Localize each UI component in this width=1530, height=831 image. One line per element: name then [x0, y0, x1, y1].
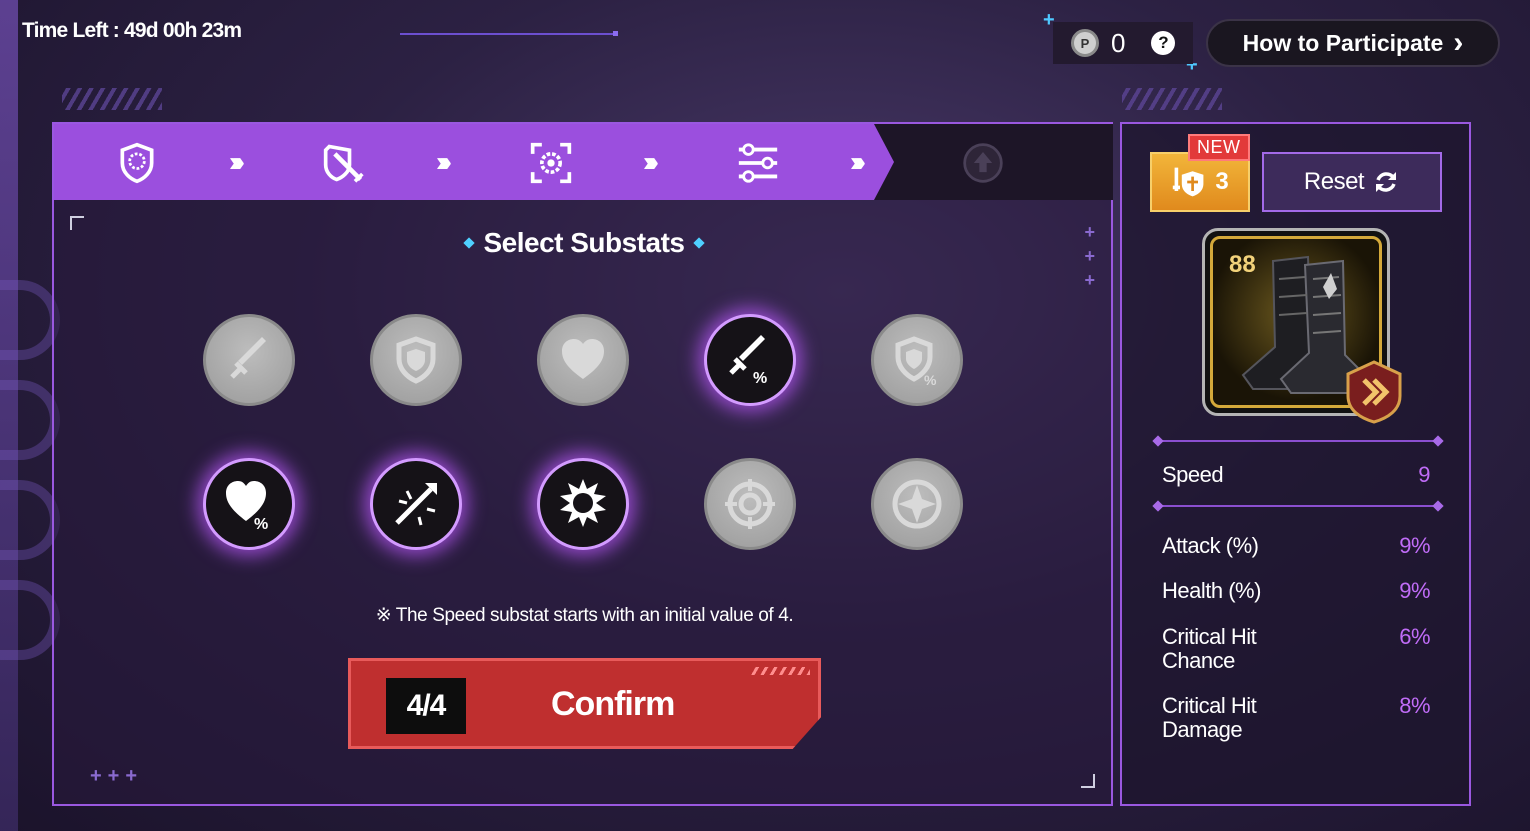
- currency-display: P 0 ?: [1053, 22, 1193, 64]
- attack-flat-icon: [230, 337, 266, 379]
- substat-health-flat[interactable]: [537, 314, 629, 406]
- stat-label: Speed: [1162, 462, 1224, 487]
- stat-value: 9: [1418, 462, 1430, 487]
- progress-steps-bar: ››› ››› ››› ›››: [54, 124, 1113, 200]
- attack-percent-icon: %: [729, 335, 767, 387]
- coin-icon: P: [1071, 29, 1099, 57]
- svg-text:%: %: [753, 370, 767, 387]
- upgrade-icon: [960, 140, 1006, 186]
- critical-damage-icon: [560, 479, 606, 527]
- stat-label-line1: Critical Hit: [1162, 693, 1257, 718]
- stat-value: 9%: [1399, 533, 1430, 558]
- stat-label: Critical Hit Chance: [1162, 624, 1257, 673]
- ticket-badge-button[interactable]: 3: [1150, 152, 1250, 212]
- frame-corner: [70, 216, 84, 230]
- stat-row-critical-damage: Critical Hit Damage 8%: [1162, 694, 1430, 742]
- stat-row-speed: Speed 9: [1162, 463, 1430, 487]
- substat-attack-flat[interactable]: [203, 314, 295, 406]
- reset-label: Reset: [1303, 168, 1365, 195]
- chevron-right-icon: ›: [1453, 26, 1464, 59]
- svg-text:%: %: [924, 372, 937, 387]
- sliders-icon[interactable]: [735, 140, 781, 186]
- ticket-count: 3: [1215, 168, 1229, 195]
- stat-label-line1: Critical Hit: [1162, 624, 1257, 649]
- time-left-label: Time Left : 49d 00h 23m: [22, 19, 242, 42]
- rank-emblem-icon: [1346, 360, 1402, 424]
- shield-badge-icon[interactable]: [114, 140, 160, 186]
- substat-health-percent[interactable]: %: [203, 458, 295, 550]
- stat-value: 6%: [1399, 624, 1430, 649]
- effectiveness-icon: [725, 479, 775, 529]
- confirm-button[interactable]: 4/4 Confirm: [348, 658, 821, 749]
- stat-row-critical-chance: Critical Hit Chance 6%: [1162, 625, 1430, 673]
- step-chevron-icon: ›››: [229, 146, 245, 177]
- help-icon[interactable]: ?: [1151, 31, 1176, 55]
- target-frame-icon[interactable]: [528, 140, 574, 186]
- svg-text:%: %: [254, 516, 268, 531]
- health-flat-icon: [562, 339, 604, 379]
- how-to-participate-button[interactable]: How to Participate ›: [1206, 19, 1500, 67]
- substat-critical-damage[interactable]: [537, 458, 629, 550]
- panel-title: Select Substats: [483, 227, 685, 258]
- button-stripe-decor: [750, 667, 810, 675]
- substat-defense-flat[interactable]: [370, 314, 462, 406]
- stripe-decor-right: [1122, 88, 1222, 110]
- stat-label-line2: Chance: [1162, 648, 1235, 673]
- substat-effectiveness[interactable]: [704, 458, 796, 550]
- step-chevron-icon: ›››: [436, 146, 452, 177]
- diamond-icon: [463, 237, 476, 249]
- speed-substat-note: ※ The Speed substat starts with an initi…: [375, 605, 794, 626]
- effect-resistance-icon: [892, 479, 942, 529]
- how-to-participate-label: How to Participate: [1242, 29, 1444, 56]
- item-preview-panel: 3 NEW Reset 88 Speed 9 Attack (%) 9% Hea…: [1120, 122, 1471, 806]
- confirm-button-wrap: 4/4 Confirm: [348, 658, 821, 749]
- defense-flat-icon: [396, 336, 436, 384]
- stats-divider: [1158, 440, 1438, 442]
- stat-label: Critical Hit Damage: [1162, 693, 1257, 742]
- substat-defense-percent[interactable]: %: [871, 314, 963, 406]
- shield-sword-icon[interactable]: [321, 140, 367, 186]
- stat-value: 9%: [1399, 578, 1430, 603]
- refresh-icon: [1376, 172, 1397, 192]
- left-decor-strip: [0, 0, 18, 831]
- stat-row-attack-percent: Attack (%) 9%: [1162, 534, 1430, 558]
- stat-label: Attack (%): [1162, 533, 1259, 558]
- substat-effect-resistance[interactable]: [871, 458, 963, 550]
- diamond-icon: [692, 237, 705, 249]
- stats-divider: [1158, 505, 1438, 507]
- plus-decor: +++: [90, 765, 144, 787]
- stat-value: 8%: [1399, 693, 1430, 718]
- sword-shield-icon: [1173, 167, 1204, 197]
- new-badge: NEW: [1188, 134, 1250, 161]
- substat-selection-panel: ››› ››› ››› ››› + + + +++ Select Substats: [52, 122, 1113, 806]
- coin-count: 0: [1111, 27, 1126, 58]
- stat-label: Health (%): [1162, 578, 1261, 603]
- defense-percent-icon: %: [895, 336, 937, 387]
- selection-count: 4/4: [386, 678, 466, 734]
- stat-row-health-percent: Health (%) 9%: [1162, 579, 1430, 603]
- substat-attack-percent[interactable]: %: [704, 314, 796, 406]
- step-chevron-icon: ›››: [850, 146, 866, 177]
- critical-chance-icon: [395, 483, 437, 526]
- substat-critical-chance[interactable]: [370, 458, 462, 550]
- health-percent-icon: %: [226, 481, 268, 531]
- stat-label-line2: Damage: [1162, 717, 1243, 742]
- step-chevron-icon: ›››: [643, 146, 659, 177]
- frame-corner: [1081, 774, 1095, 788]
- stripe-decor-left: [62, 88, 162, 110]
- confirm-label: Confirm: [551, 685, 675, 723]
- plus-decor: +++: [1084, 222, 1095, 290]
- top-divider-line: [400, 31, 618, 36]
- reset-button[interactable]: Reset: [1262, 152, 1442, 212]
